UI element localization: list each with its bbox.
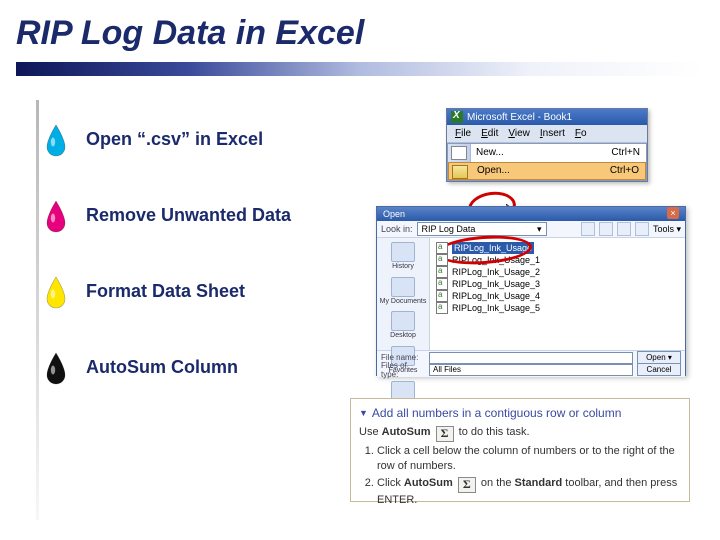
file-item[interactable]: RIPLog_Ink_Usage_1 xyxy=(436,254,679,266)
place-history[interactable]: History xyxy=(391,242,415,271)
drop-icon xyxy=(44,276,68,310)
file-list: RIPLog_Ink_UsageRIPLog_Ink_Usage_1RIPLog… xyxy=(430,238,685,350)
menu-insert[interactable]: Insert xyxy=(536,127,569,140)
file-item[interactable]: RIPLog_Ink_Usage_2 xyxy=(436,266,679,278)
slide-title: RIP Log Data in Excel xyxy=(16,14,364,53)
menu-item-open[interactable]: Open... Ctrl+O xyxy=(448,162,646,180)
close-icon[interactable]: × xyxy=(667,207,679,219)
autosum-sigma-icon: Σ xyxy=(458,477,476,493)
cancel-button[interactable]: Cancel xyxy=(637,363,681,376)
bullet-item: Format Data Sheet xyxy=(44,280,344,310)
help-intro: Use AutoSum Σ to do this task. xyxy=(359,425,681,442)
excel-app-icon xyxy=(451,111,463,123)
help-step-2: Click AutoSum Σ on the Standard toolbar,… xyxy=(377,476,681,508)
menu-edit[interactable]: Edit xyxy=(477,127,502,140)
drop-icon xyxy=(44,200,68,234)
back-icon[interactable] xyxy=(581,222,595,236)
dialog-titlebar: Open × xyxy=(377,207,685,221)
filename-field[interactable] xyxy=(429,352,633,364)
menu-fo[interactable]: Fo xyxy=(571,127,591,140)
lookin-label: Look in: xyxy=(381,224,413,234)
places-bar: HistoryMy DocumentsDesktopFavoritesMy Ne… xyxy=(377,238,430,350)
excel-menubar: FileEditViewInsertFo xyxy=(447,125,647,143)
autosum-sigma-icon: Σ xyxy=(436,426,454,442)
views-icon[interactable] xyxy=(635,222,649,236)
bullet-label: Format Data Sheet xyxy=(86,280,245,303)
bullet-label: Open “.csv” in Excel xyxy=(86,128,263,151)
bullet-label: AutoSum Column xyxy=(86,356,238,379)
new-file-icon xyxy=(451,146,467,160)
dialog-bottom: File name: Open ▾ Files of type: All Fil… xyxy=(377,350,685,377)
help-heading[interactable]: Add all numbers in a contiguous row or c… xyxy=(359,405,681,421)
file-item[interactable]: RIPLog_Ink_Usage_5 xyxy=(436,302,679,314)
file-item[interactable]: RIPLog_Ink_Usage_4 xyxy=(436,290,679,302)
folder-icon xyxy=(391,277,415,297)
tools-menu[interactable]: Tools ▾ xyxy=(653,224,681,235)
bullet-item: AutoSum Column xyxy=(44,356,344,386)
menu-item-new[interactable]: New... Ctrl+N xyxy=(448,144,646,162)
place-my-documents[interactable]: My Documents xyxy=(380,277,427,306)
excel-title: Microsoft Excel - Book1 xyxy=(467,112,572,123)
file-item[interactable]: RIPLog_Ink_Usage xyxy=(436,242,679,254)
drop-icon xyxy=(44,124,68,158)
place-desktop[interactable]: Desktop xyxy=(390,311,416,340)
menu-view[interactable]: View xyxy=(504,127,534,140)
bullet-item: Remove Unwanted Data xyxy=(44,204,344,234)
help-step-1: Click a cell below the column of numbers… xyxy=(377,444,681,474)
menu-file[interactable]: File xyxy=(451,127,475,140)
drop-icon xyxy=(44,352,68,386)
autosum-help-panel: Add all numbers in a contiguous row or c… xyxy=(350,398,690,502)
excel-file-menu-screenshot: Microsoft Excel - Book1 FileEditViewInse… xyxy=(446,108,648,182)
file-item[interactable]: RIPLog_Ink_Usage_3 xyxy=(436,278,679,290)
open-file-icon xyxy=(452,165,468,179)
up-icon[interactable] xyxy=(599,222,613,236)
filetype-field[interactable]: All Files xyxy=(429,364,633,376)
filetype-label: Files of type: xyxy=(381,361,425,379)
excel-titlebar: Microsoft Excel - Book1 xyxy=(447,109,647,125)
csv-file-icon xyxy=(436,302,448,314)
dialog-toolbar: Look in: RIP Log Data▾ Tools ▾ xyxy=(377,221,685,238)
left-rule xyxy=(36,100,39,520)
folder-icon xyxy=(391,311,415,331)
title-underline xyxy=(16,62,704,76)
open-dialog-screenshot: Open × Look in: RIP Log Data▾ Tools ▾ Hi… xyxy=(376,206,686,376)
bullet-label: Remove Unwanted Data xyxy=(86,204,291,227)
bullet-item: Open “.csv” in Excel xyxy=(44,128,344,158)
excel-file-dropdown: New... Ctrl+N Open... Ctrl+O xyxy=(447,143,647,181)
folder-icon xyxy=(391,242,415,262)
delete-icon[interactable] xyxy=(617,222,631,236)
bullet-list: Open “.csv” in Excel Remove Unwanted Dat… xyxy=(44,128,344,432)
lookin-combo[interactable]: RIP Log Data▾ xyxy=(417,222,547,236)
